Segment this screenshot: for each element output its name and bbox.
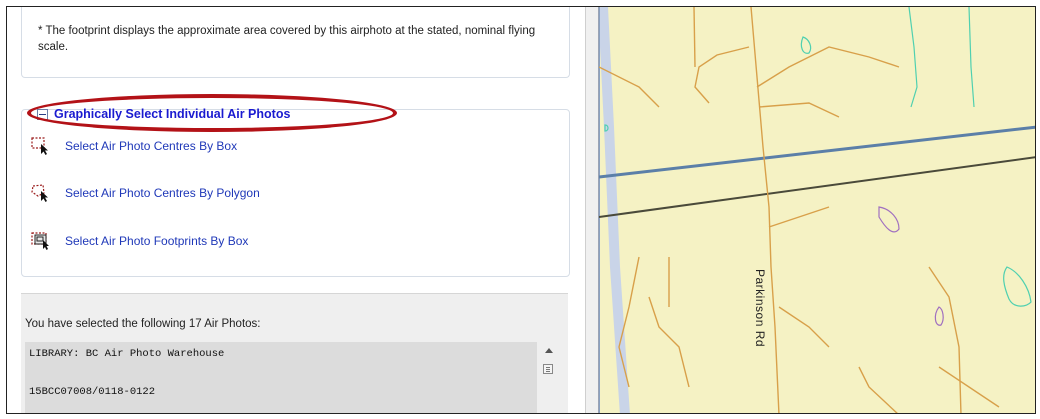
list-scrollbar[interactable] — [539, 342, 559, 413]
map-canvas[interactable] — [599, 7, 1036, 413]
select-by-polygon-icon — [31, 184, 48, 202]
select-footprints-by-box[interactable]: Select Air Photo Footprints By Box — [31, 232, 248, 250]
select-centres-by-box-label: Select Air Photo Centres By Box — [65, 139, 238, 153]
road-label: Parkinson Rd — [753, 269, 767, 348]
select-centres-by-polygon[interactable]: Select Air Photo Centres By Polygon — [31, 184, 260, 202]
select-by-box-icon — [31, 137, 48, 155]
select-centres-by-polygon-label: Select Air Photo Centres By Polygon — [65, 186, 260, 200]
scroll-up-icon[interactable] — [545, 348, 553, 353]
left-panel: * The footprint displays the approximate… — [7, 7, 587, 413]
select-centres-by-box[interactable]: Select Air Photo Centres By Box — [31, 137, 237, 155]
map-view[interactable]: Parkinson Rd — [599, 7, 1036, 413]
selected-photos-list[interactable]: LIBRARY: BC Air Photo Warehouse 15BCC070… — [25, 342, 537, 413]
highway-line — [599, 125, 1035, 179]
selection-panel: You have selected the following 17 Air P… — [21, 293, 568, 413]
list-item: LIBRARY: BC Air Photo Warehouse — [29, 348, 225, 360]
selection-summary: You have selected the following 17 Air P… — [25, 318, 261, 330]
footprint-note: * The footprint displays the approximate… — [38, 25, 536, 53]
rail-line — [599, 156, 1035, 218]
app-frame: * The footprint displays the approximate… — [6, 6, 1036, 414]
select-footprints-by-box-label: Select Air Photo Footprints By Box — [65, 234, 249, 248]
list-item: 15BCC07008/0118-0122 — [29, 386, 156, 398]
pane-splitter[interactable] — [585, 7, 599, 413]
scroll-thumb-grip-icon[interactable] — [543, 364, 553, 374]
footprint-note-box: * The footprint displays the approximate… — [21, 7, 570, 78]
select-footprints-icon — [31, 232, 49, 250]
red-highlight-oval — [27, 94, 397, 132]
